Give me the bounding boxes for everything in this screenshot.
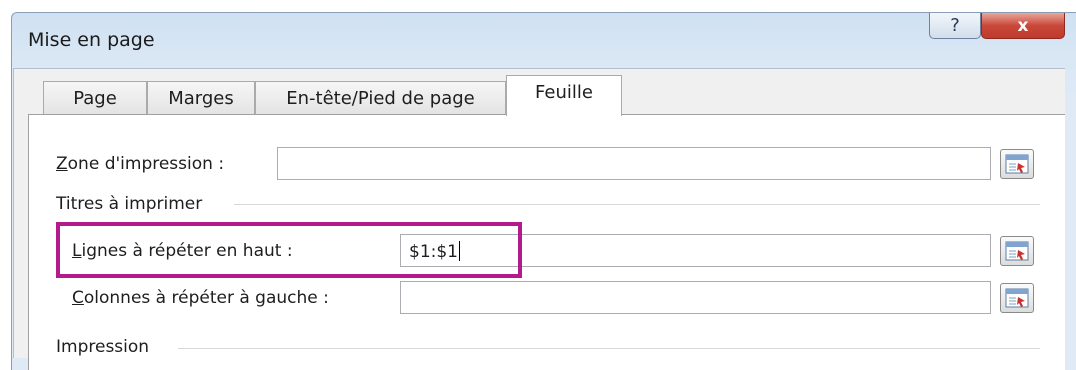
print-area-label: Zone d'impression :	[56, 154, 224, 174]
collapse-dialog-icon	[1005, 154, 1029, 174]
tab-en-tete-pied-de-page[interactable]: En-tête/Pied de page	[255, 81, 506, 115]
close-button[interactable]: x	[981, 13, 1065, 39]
tab-label: En-tête/Pied de page	[286, 88, 475, 109]
collapse-dialog-icon	[1005, 288, 1029, 308]
cols-repeat-label-text: olonnes à répéter à gauche :	[83, 288, 329, 308]
collapse-dialog-icon	[1005, 241, 1029, 261]
tab-label: Page	[73, 88, 117, 109]
print-area-input[interactable]	[277, 147, 991, 180]
tab-marges[interactable]: Marges	[147, 81, 255, 115]
cols-repeat-label: Colonnes à répéter à gauche :	[72, 288, 329, 308]
tab-page[interactable]: Page	[43, 81, 147, 115]
tab-feuille[interactable]: Feuille	[506, 75, 622, 116]
dialog-title: Mise en page	[28, 29, 155, 51]
rows-repeat-collapse-button[interactable]	[1000, 236, 1034, 266]
cols-repeat-collapse-button[interactable]	[1000, 283, 1034, 313]
print-area-label-text: one d'impression :	[67, 154, 225, 174]
help-icon: ?	[950, 15, 960, 36]
divider	[234, 204, 1040, 205]
close-icon: x	[1017, 15, 1029, 36]
highlight-box	[56, 222, 522, 278]
print-titles-heading: Titres à imprimer	[56, 194, 203, 214]
tab-label: Marges	[168, 88, 234, 109]
tab-label: Feuille	[535, 81, 593, 103]
print-area-accesskey: Z	[56, 154, 68, 174]
print-heading: Impression	[56, 337, 150, 357]
cols-repeat-accesskey: C	[72, 288, 84, 308]
cols-repeat-input[interactable]	[400, 281, 991, 314]
divider	[178, 348, 1040, 349]
help-button[interactable]: ?	[929, 13, 981, 39]
print-area-collapse-button[interactable]	[1000, 149, 1034, 179]
